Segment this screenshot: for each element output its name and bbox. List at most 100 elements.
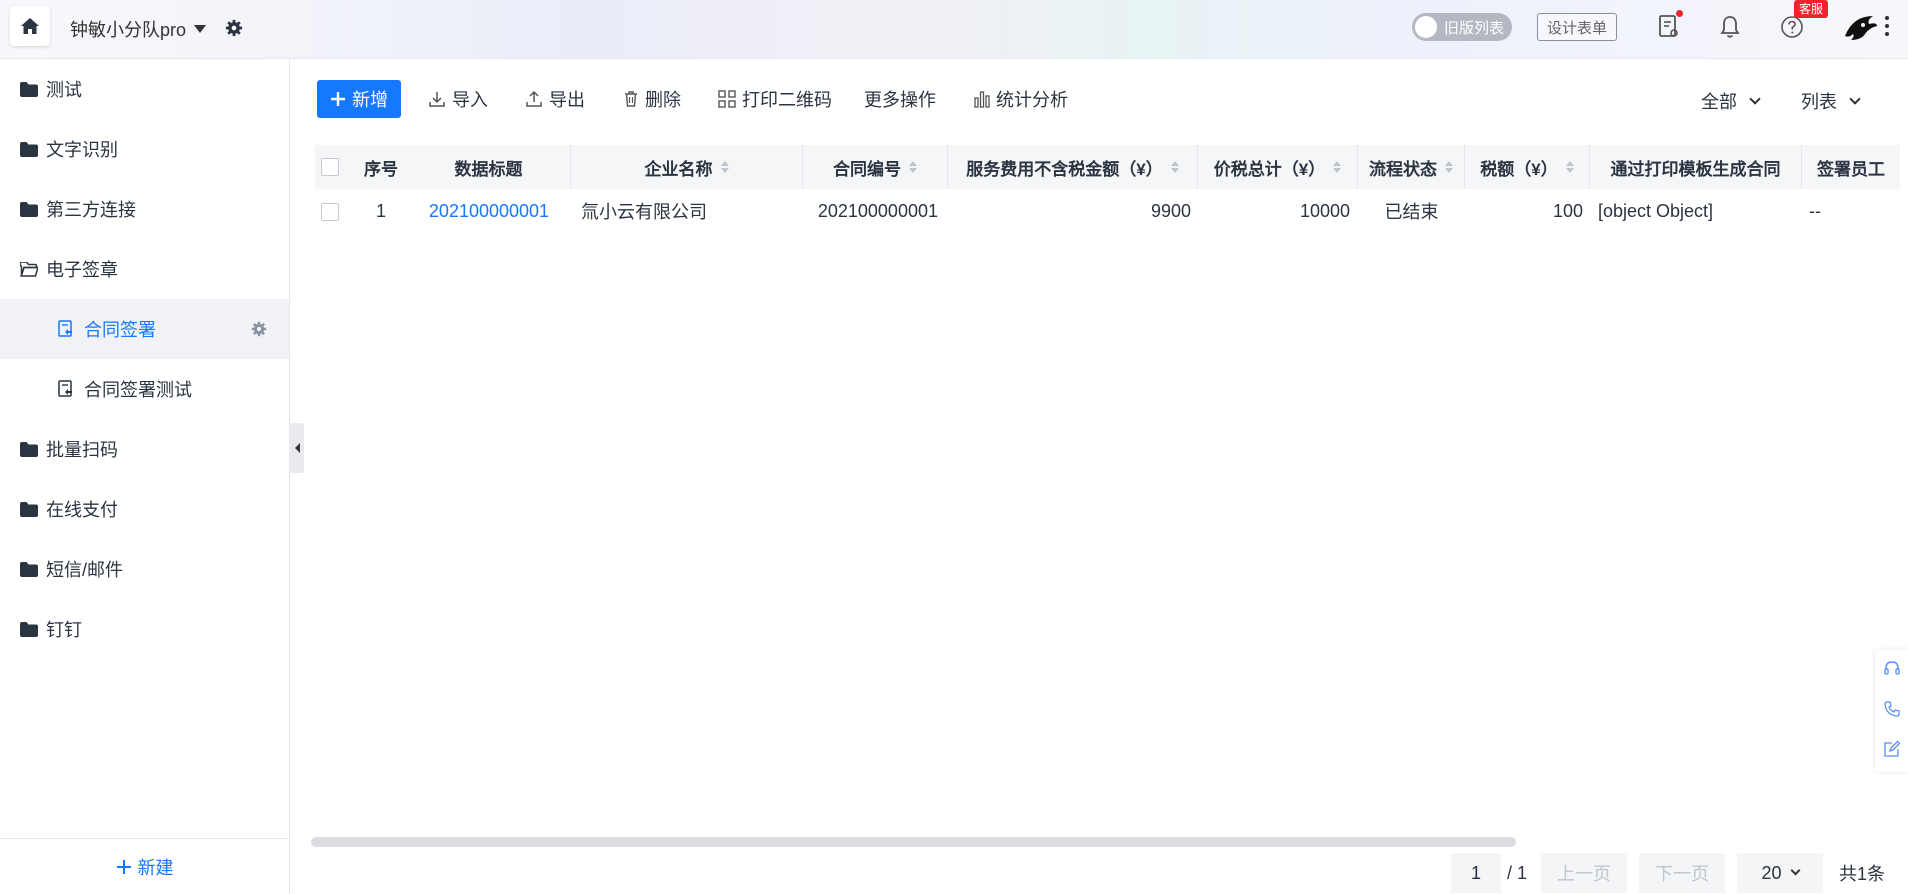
export-label: 导出 <box>549 90 585 110</box>
column-header-status[interactable]: 流程状态 <box>1358 145 1465 189</box>
cell-tax: 100 <box>1552 200 1583 221</box>
form-icon <box>58 320 72 337</box>
folder-icon <box>20 141 38 157</box>
sidebar-item-label: 批量扫码 <box>46 440 118 460</box>
top-bar: 钟敏小分队pro 旧版列表 设计表单 客服 <box>0 0 1908 59</box>
print-qr-label: 打印二维码 <box>742 90 832 110</box>
prev-page-button[interactable]: 上一页 <box>1541 853 1627 893</box>
column-header-index[interactable]: 序号 <box>355 145 407 189</box>
print-qr-button[interactable]: 打印二维码 <box>718 86 832 112</box>
column-header-signer[interactable]: 签署员工 <box>1802 145 1900 189</box>
upload-icon <box>526 90 542 107</box>
chevron-down-icon <box>1849 92 1861 105</box>
sidebar-item-e-signature[interactable]: 电子签章 <box>0 239 289 299</box>
column-header-company[interactable]: 企业名称 <box>571 145 803 189</box>
cell-contract-no: 202100000001 <box>817 200 938 221</box>
select-all-checkbox[interactable] <box>321 158 339 176</box>
cell-index: 1 <box>375 200 386 221</box>
sidebar-item-third-party[interactable]: 第三方连接 <box>0 179 289 239</box>
sidebar-item-sms-email[interactable]: 短信/邮件 <box>0 539 289 599</box>
sidebar-item-batch-scan[interactable]: 批量扫码 <box>0 419 289 479</box>
column-label: 服务费用不含税金额（¥） <box>966 159 1163 179</box>
add-record-button[interactable]: 新增 <box>317 80 401 118</box>
folder-icon <box>20 81 38 97</box>
sidebar-item-label: 测试 <box>46 80 82 100</box>
sort-icon[interactable] <box>1333 161 1342 173</box>
more-actions-button[interactable]: 更多操作 <box>864 86 936 112</box>
filter-dropdown[interactable]: 全部 <box>1701 88 1761 114</box>
table-header: 序号 数据标题 企业名称 合同编号 服务费用不含税金额（¥） 价税总计（¥） 流… <box>315 145 1900 189</box>
bell-icon[interactable] <box>1719 14 1741 40</box>
column-label: 通过打印模板生成合同 <box>1610 159 1781 179</box>
statistics-button[interactable]: 统计分析 <box>974 86 1068 112</box>
delete-button[interactable]: 删除 <box>623 86 681 112</box>
select-all-cell <box>315 145 345 189</box>
column-header-total[interactable]: 价税总计（¥） <box>1198 145 1358 189</box>
design-form-button[interactable]: 设计表单 <box>1537 13 1617 41</box>
column-header-contract-no[interactable]: 合同编号 <box>803 145 948 189</box>
todo-list-icon[interactable] <box>1658 14 1680 40</box>
help-icon[interactable] <box>1780 15 1804 39</box>
sort-icon[interactable] <box>909 161 917 173</box>
row-checkbox[interactable] <box>321 203 339 221</box>
sidebar-new-button[interactable]: 新建 <box>0 838 289 894</box>
folder-icon <box>20 201 38 217</box>
more-menu-icon[interactable] <box>1885 16 1889 40</box>
old-list-toggle[interactable]: 旧版列表 <box>1412 13 1512 41</box>
customer-service-badge[interactable]: 客服 <box>1794 0 1829 18</box>
import-button[interactable]: 导入 <box>428 86 488 112</box>
chevron-down-icon <box>1790 865 1800 876</box>
form-settings-gear-icon[interactable] <box>251 321 267 337</box>
toolbar: 新增 导入 导出 删除 打印二维码 更多操作 统计分析 <box>317 80 1068 118</box>
sidebar-item-label: 电子签章 <box>46 260 118 280</box>
folder-icon <box>20 441 38 457</box>
sidebar-item-label: 短信/邮件 <box>46 560 124 580</box>
page-size-value: 20 <box>1761 862 1782 883</box>
headset-icon[interactable] <box>1883 660 1901 683</box>
app-switcher[interactable]: 钟敏小分队pro <box>70 16 207 42</box>
sidebar-item-label: 文字识别 <box>46 140 118 160</box>
sidebar-item-contract-signing-test[interactable]: 合同签署测试 <box>0 359 289 419</box>
gear-icon[interactable] <box>225 19 243 37</box>
chevron-down-icon <box>1749 92 1761 105</box>
edit-icon[interactable] <box>1883 740 1901 763</box>
export-button[interactable]: 导出 <box>525 86 585 112</box>
sort-icon[interactable] <box>1445 161 1453 173</box>
column-label: 税额（¥） <box>1480 159 1558 179</box>
sort-icon[interactable] <box>720 161 729 173</box>
sidebar-collapse-toggle[interactable] <box>290 423 304 473</box>
column-header-service-fee[interactable]: 服务费用不含税金额（¥） <box>948 145 1198 189</box>
sort-icon[interactable] <box>1170 161 1179 173</box>
home-icon <box>21 18 39 34</box>
add-record-label: 新增 <box>352 90 388 110</box>
column-header-title[interactable]: 数据标题 <box>407 145 571 189</box>
sort-icon[interactable] <box>1565 161 1574 173</box>
next-page-button[interactable]: 下一页 <box>1639 853 1725 893</box>
page-number-input[interactable]: 1 <box>1451 853 1501 893</box>
cell-title-link[interactable]: 202100000001 <box>407 189 571 233</box>
sidebar: 测试 文字识别 第三方连接 电子签章 合同签署 合同签署测试 批量扫码 在线支付… <box>0 59 290 894</box>
sidebar-item-contract-signing[interactable]: 合同签署 <box>0 299 289 359</box>
folder-icon <box>20 561 38 577</box>
statistics-label: 统计分析 <box>996 90 1068 110</box>
sidebar-item-test[interactable]: 测试 <box>0 59 289 119</box>
home-button[interactable] <box>10 6 50 46</box>
column-header-tax[interactable]: 税额（¥） <box>1465 145 1590 189</box>
page-size-select[interactable]: 20 <box>1737 853 1823 893</box>
delete-label: 删除 <box>645 90 681 110</box>
caret-down-icon <box>194 25 207 33</box>
qr-code-icon <box>718 90 736 108</box>
horizontal-scrollbar[interactable] <box>311 837 1516 847</box>
phone-icon[interactable] <box>1883 700 1901 723</box>
sidebar-item-ocr[interactable]: 文字识别 <box>0 119 289 179</box>
view-mode-dropdown[interactable]: 列表 <box>1801 88 1861 114</box>
sidebar-item-dingtalk[interactable]: 钉钉 <box>0 599 289 659</box>
sidebar-item-label: 钉钉 <box>46 620 82 640</box>
avatar[interactable] <box>1843 12 1879 44</box>
sidebar-item-online-payment[interactable]: 在线支付 <box>0 479 289 539</box>
table-row[interactable]: 1 202100000001 氚小云有限公司 202100000001 9900… <box>315 189 1900 233</box>
column-header-print-template[interactable]: 通过打印模板生成合同 <box>1590 145 1802 189</box>
column-label: 流程状态 <box>1369 159 1437 179</box>
row-select-cell <box>321 190 339 234</box>
plus-icon <box>116 859 131 874</box>
